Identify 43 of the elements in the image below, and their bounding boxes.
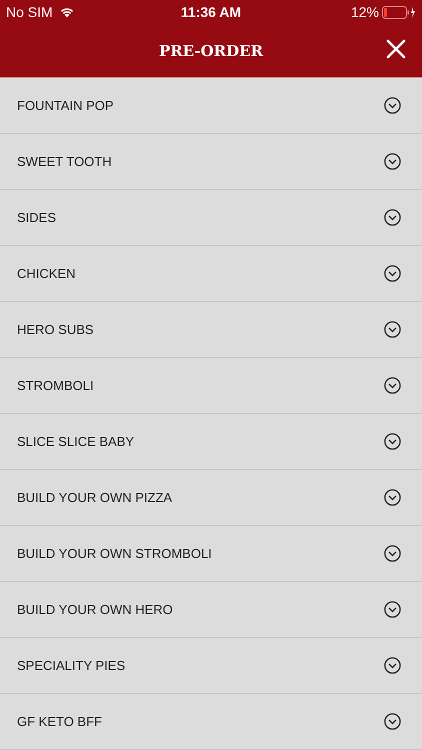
chevron-circle-icon: [384, 153, 401, 170]
battery-icon: [382, 6, 416, 18]
category-row[interactable]: FOUNTAIN POP: [0, 78, 422, 134]
category-label: HERO SUBS: [17, 322, 94, 337]
chevron-circle-icon: [384, 265, 401, 282]
clock-text: 11:36 AM: [180, 4, 242, 20]
chevron-circle-icon: [384, 321, 401, 338]
category-label: SWEET TOOTH: [17, 154, 112, 169]
category-row[interactable]: SWEET TOOTH: [0, 134, 422, 190]
category-row[interactable]: GF KETO BFF: [0, 694, 422, 750]
chevron-circle-icon: [384, 97, 401, 114]
category-label: BUILD YOUR OWN PIZZA: [17, 490, 172, 505]
category-row[interactable]: BUILD YOUR OWN STROMBOLI: [0, 526, 422, 582]
category-row[interactable]: CHICKEN: [0, 246, 422, 302]
wifi-icon: [58, 6, 75, 18]
page-title: PRE-ORDER: [158, 42, 264, 60]
category-row[interactable]: BUILD YOUR OWN HERO: [0, 582, 422, 638]
chevron-circle-icon: [384, 433, 401, 450]
chevron-circle-icon: [384, 489, 401, 506]
chevron-circle-icon: [384, 545, 401, 562]
carrier-text: No SIM: [6, 4, 53, 20]
category-row[interactable]: SLICE SLICE BABY: [0, 414, 422, 470]
category-row[interactable]: SPECIALITY PIES: [0, 638, 422, 694]
category-label: SPECIALITY PIES: [17, 658, 126, 673]
category-label: SLICE SLICE BABY: [17, 434, 134, 449]
category-label: SIDES: [17, 210, 56, 225]
category-label: CHICKEN: [17, 266, 76, 281]
battery-text: 12%: [350, 4, 379, 20]
category-label: BUILD YOUR OWN STROMBOLI: [17, 546, 212, 561]
close-button[interactable]: [386, 39, 406, 59]
chevron-circle-icon: [384, 713, 401, 730]
category-label: STROMBOLI: [17, 378, 94, 393]
chevron-circle-icon: [384, 657, 401, 674]
chevron-circle-icon: [384, 601, 401, 618]
category-label: BUILD YOUR OWN HERO: [17, 602, 173, 617]
category-row[interactable]: STROMBOLI: [0, 358, 422, 414]
category-label: FOUNTAIN POP: [17, 98, 114, 113]
category-row[interactable]: SIDES: [0, 190, 422, 246]
category-row[interactable]: BUILD YOUR OWN PIZZA: [0, 470, 422, 526]
chevron-circle-icon: [384, 377, 401, 394]
chevron-circle-icon: [384, 209, 401, 226]
category-row[interactable]: HERO SUBS: [0, 302, 422, 358]
category-label: GF KETO BFF: [17, 714, 102, 729]
